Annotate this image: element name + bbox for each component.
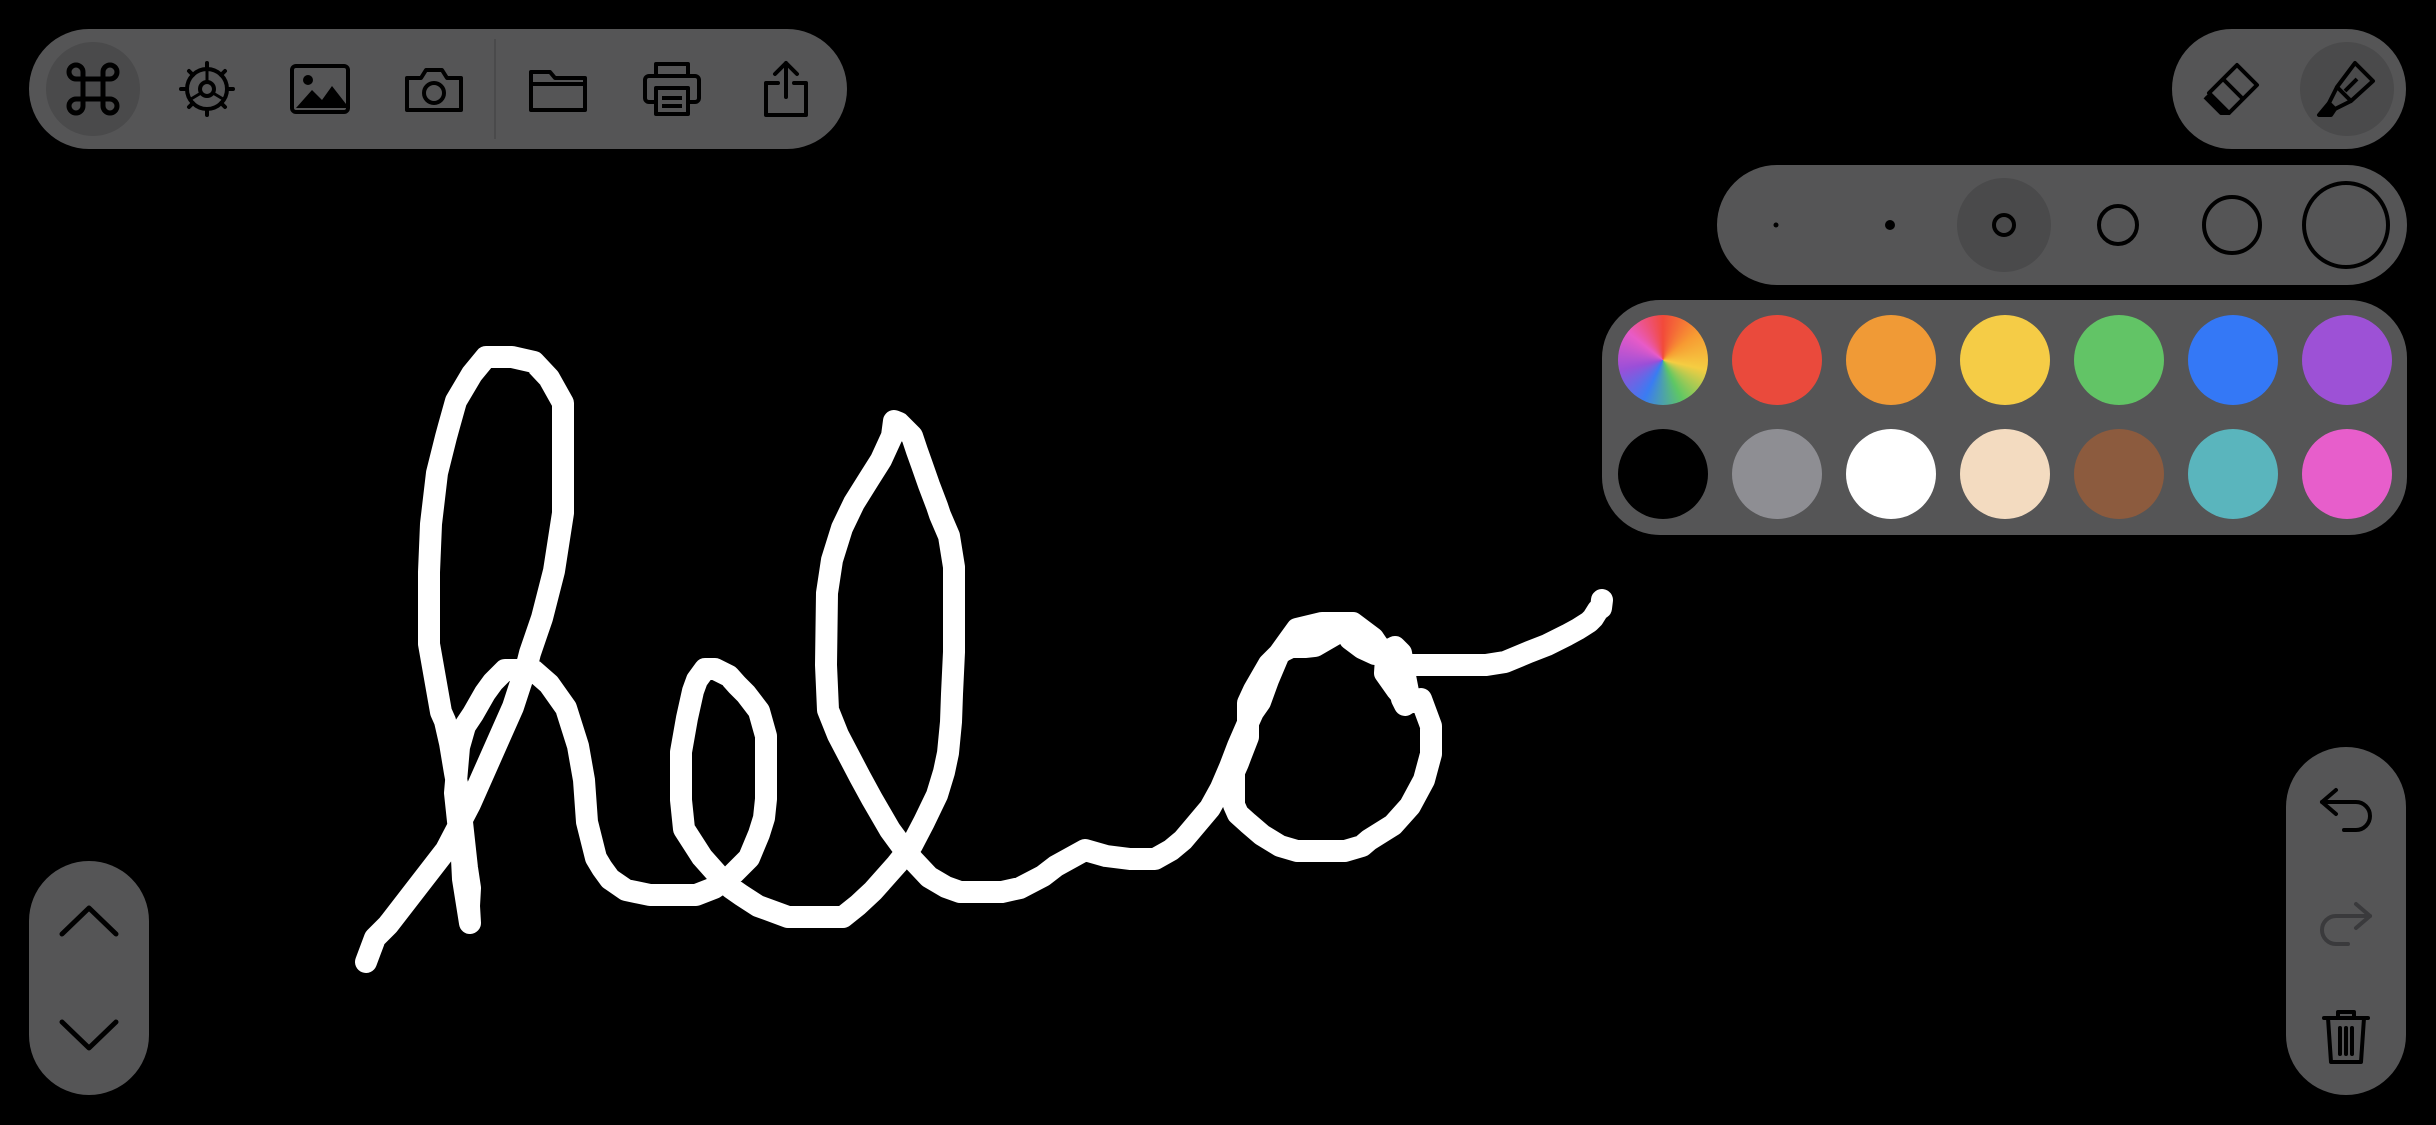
color-swatch-purple[interactable] bbox=[2302, 315, 2392, 405]
command-button[interactable] bbox=[46, 42, 140, 136]
page-up-button[interactable] bbox=[42, 873, 136, 967]
brush-size-option[interactable] bbox=[1843, 178, 1937, 272]
brush-size-option[interactable] bbox=[2071, 178, 2165, 272]
brush-size-dot bbox=[1773, 222, 1779, 228]
settings-gear-icon bbox=[177, 59, 237, 119]
rainbow-color-swatch[interactable] bbox=[1618, 315, 1708, 405]
color-swatch-beige[interactable] bbox=[1960, 429, 2050, 519]
color-swatch-pink[interactable] bbox=[2302, 429, 2392, 519]
brush-size-option-selected[interactable] bbox=[1957, 178, 2051, 272]
history-controls bbox=[2286, 747, 2406, 1095]
toolbar-divider bbox=[494, 39, 496, 139]
brush-size-selector bbox=[1717, 165, 2407, 285]
color-swatch-green[interactable] bbox=[2074, 315, 2164, 405]
brush-size-ring bbox=[1992, 213, 2016, 237]
command-icon bbox=[64, 60, 122, 118]
color-swatch-white-selected[interactable] bbox=[1846, 429, 1936, 519]
brush-size-option[interactable] bbox=[2185, 178, 2279, 272]
brush-size-ring bbox=[2202, 195, 2262, 255]
color-swatch-blue[interactable] bbox=[2188, 315, 2278, 405]
share-icon bbox=[761, 59, 811, 119]
eraser-icon bbox=[2199, 57, 2263, 121]
trash-icon bbox=[2321, 1008, 2371, 1066]
eraser-button[interactable] bbox=[2184, 42, 2278, 136]
color-swatch-brown[interactable] bbox=[2074, 429, 2164, 519]
camera-icon bbox=[403, 64, 465, 114]
redo-icon bbox=[2318, 898, 2374, 948]
color-palette bbox=[1602, 300, 2407, 535]
color-swatch-red[interactable] bbox=[1732, 315, 1822, 405]
image-icon bbox=[290, 64, 350, 114]
color-swatch-black[interactable] bbox=[1618, 429, 1708, 519]
handwritten-stroke bbox=[355, 346, 1613, 973]
redo-button[interactable] bbox=[2299, 876, 2393, 970]
brush-size-ring bbox=[2302, 181, 2390, 269]
settings-button[interactable] bbox=[160, 42, 254, 136]
highlighter-icon bbox=[2315, 57, 2379, 121]
highlighter-button[interactable] bbox=[2300, 42, 2394, 136]
folder-icon bbox=[528, 64, 588, 114]
brush-size-option[interactable] bbox=[2299, 178, 2393, 272]
brush-size-ring bbox=[2097, 204, 2139, 246]
color-swatch-gray[interactable] bbox=[1732, 429, 1822, 519]
brush-size-dot bbox=[1885, 220, 1895, 230]
undo-button[interactable] bbox=[2299, 762, 2393, 856]
undo-icon bbox=[2318, 784, 2374, 834]
tool-selector bbox=[2172, 29, 2406, 149]
color-swatch-yellow[interactable] bbox=[1960, 315, 2050, 405]
color-swatch-teal[interactable] bbox=[2188, 429, 2278, 519]
main-toolbar bbox=[29, 29, 847, 149]
printer-icon bbox=[642, 62, 702, 116]
share-button[interactable] bbox=[739, 42, 833, 136]
page-down-button[interactable] bbox=[42, 989, 136, 1083]
folder-button[interactable] bbox=[511, 42, 605, 136]
print-button[interactable] bbox=[625, 42, 719, 136]
chevron-up-icon bbox=[58, 902, 120, 938]
chevron-down-icon bbox=[58, 1018, 120, 1054]
page-navigator bbox=[29, 861, 149, 1095]
image-button[interactable] bbox=[273, 42, 367, 136]
camera-button[interactable] bbox=[387, 42, 481, 136]
brush-size-option[interactable] bbox=[1729, 178, 1823, 272]
color-swatch-orange[interactable] bbox=[1846, 315, 1936, 405]
clear-canvas-button[interactable] bbox=[2299, 990, 2393, 1084]
